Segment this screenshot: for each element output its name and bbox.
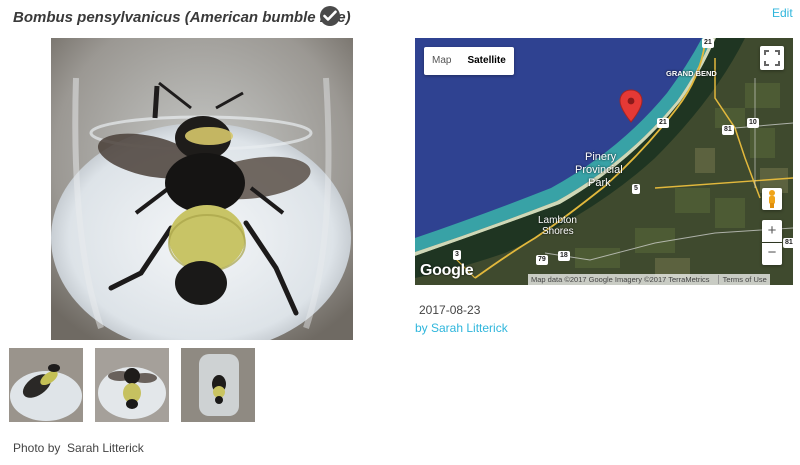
street-view-button[interactable]: [762, 188, 782, 210]
map-type-satellite-button[interactable]: Satellite: [459, 47, 513, 75]
google-logo: Google: [420, 262, 474, 279]
road-shield: 3: [453, 250, 461, 260]
road-shield: 18: [558, 251, 570, 261]
map-type-map-button[interactable]: Map: [424, 47, 459, 75]
road-shield: 81: [783, 238, 793, 248]
map-label-shores: Shores: [542, 226, 574, 237]
map-type-toggle: Map Satellite: [424, 47, 514, 75]
zoom-out-button[interactable]: −: [762, 243, 782, 265]
map-data-attribution: Map data ©2017 Google Imagery ©2017 Terr…: [531, 275, 710, 284]
verified-checkmark-icon: [320, 6, 340, 26]
photo-thumbnail[interactable]: [9, 348, 83, 422]
observer-link[interactable]: by Sarah Litterick: [415, 321, 508, 335]
road-shield: 79: [536, 255, 548, 265]
photo-credit-name: Sarah Litterick: [67, 441, 144, 455]
map-label-provincial: Provincial: [575, 164, 623, 176]
fullscreen-icon: [764, 50, 780, 66]
map-label-lambton: Lambton: [538, 215, 577, 226]
observation-map[interactable]: GRAND BEND Pinery Provincial Park Lambto…: [415, 38, 793, 285]
terms-of-use-link[interactable]: Terms of Use: [717, 275, 767, 284]
edit-link[interactable]: Edit: [772, 6, 793, 20]
map-label-pinery: Pinery: [585, 151, 617, 163]
photo-thumbnail[interactable]: [95, 348, 169, 422]
road-shield: 81: [722, 125, 734, 135]
road-shield: 10: [747, 118, 759, 128]
photo-credit-prefix: Photo by: [13, 441, 61, 455]
zoom-in-button[interactable]: +: [762, 220, 782, 242]
photo-credit: Photo by Sarah Litterick: [13, 441, 144, 455]
observation-date: 2017-08-23: [419, 303, 481, 317]
fullscreen-button[interactable]: [760, 46, 784, 70]
road-shield: 5: [632, 184, 640, 194]
road-shield: 21: [657, 118, 669, 128]
species-title: Bombus pensylvanicus (American bumble be…: [13, 9, 351, 26]
photo-thumbnail[interactable]: [181, 348, 255, 422]
map-label-park: Park: [588, 177, 611, 189]
map-attribution: Map data ©2017 Google Imagery ©2017 Terr…: [528, 274, 770, 285]
pegman-icon: [769, 190, 775, 208]
road-shield: 21: [702, 38, 714, 48]
map-label-grand-bend: GRAND BEND: [666, 69, 717, 78]
main-photo[interactable]: [51, 38, 353, 340]
